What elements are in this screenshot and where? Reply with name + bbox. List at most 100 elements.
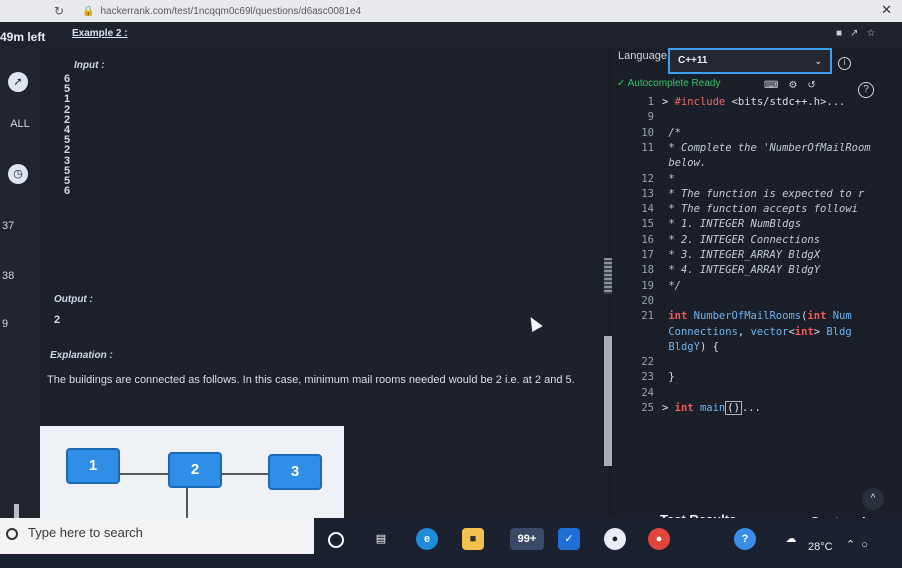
code-token: * 1. INTEGER NumBldgs — [668, 218, 802, 231]
resize-handle[interactable] — [604, 258, 612, 294]
nav-all[interactable]: ALL — [0, 118, 40, 130]
app-icon[interactable]: ● — [604, 528, 626, 550]
code-token: * 3. INTEGER_ARRAY BldgX — [668, 249, 821, 261]
close-window-icon[interactable]: ✕ — [881, 2, 892, 18]
editor-toolbar: ⌨⚙↺ — [764, 80, 826, 91]
header-icons[interactable]: ■↗☆ — [836, 28, 883, 39]
code-line: 11 * Complete the 'NumberOfMailRoom — [620, 142, 902, 154]
code-line: 17 * 3. INTEGER_ARRAY BldgX — [620, 249, 902, 261]
temperature: 28°C — [808, 541, 833, 553]
mail-badge: 99+ — [517, 533, 537, 545]
reload-icon[interactable]: ↻ — [50, 2, 68, 20]
explanation-label: Explanation : — [50, 350, 113, 361]
autocomplete-label: Autocomplete Ready — [627, 78, 721, 89]
question-nav-rail: ➚ ALL ◷ 37 38 9 — [0, 48, 40, 544]
code-token: #include — [674, 96, 732, 108]
code-token: <bits/stdc++.h> — [731, 96, 827, 108]
chrome-icon[interactable]: ● — [648, 528, 670, 550]
reset-icon[interactable]: ↺ — [807, 80, 825, 91]
mail-icon[interactable]: 99+ — [510, 528, 544, 550]
code-token: int — [794, 325, 814, 338]
nav-number[interactable]: 37 — [0, 220, 40, 232]
keyboard-icon[interactable]: ⌨ — [764, 80, 788, 91]
line-number: 15 — [641, 218, 654, 231]
help-tray-icon[interactable]: ? — [734, 528, 756, 550]
code-token: Connections — [668, 325, 738, 338]
code-token: ... — [826, 96, 846, 108]
line-number: 13 — [641, 187, 654, 200]
address-bar[interactable]: hackerrank.com/test/1ncqqm0c69l/question… — [100, 6, 361, 17]
store-icon[interactable]: ✓ — [558, 528, 580, 550]
lock-icon: 🔒 — [82, 5, 95, 17]
settings-icon[interactable]: ⚙ — [788, 80, 807, 91]
line-number: 12 — [641, 172, 654, 185]
code-line: 9 — [620, 111, 902, 123]
time-remaining: 49m left — [0, 30, 46, 44]
code-line: 21 int NumberOfMailRooms(int Num — [620, 310, 902, 322]
browser-toolbar: ↻ 🔒 hackerrank.com/test/1ncqqm0c69l/ques… — [0, 0, 902, 22]
code-token: * — [668, 172, 675, 185]
code-line: 24 — [620, 387, 902, 399]
chevron-up-icon[interactable]: ⌃ — [846, 539, 861, 551]
code-token: ... — [741, 402, 761, 414]
language-select[interactable]: C++11 ⌄ — [668, 48, 832, 74]
line-number: 11 — [641, 141, 654, 154]
line-number: 1 — [647, 96, 654, 108]
code-line: 22 — [620, 356, 902, 368]
nav-number[interactable]: 38 — [0, 270, 40, 282]
code-line: 23 } — [620, 371, 902, 383]
code-token: BldgY — [668, 340, 700, 353]
code-token: * Complete the 'NumberOfMailRoom — [668, 141, 871, 154]
code-token: /* — [668, 126, 681, 139]
nav-number[interactable]: 9 — [0, 318, 40, 330]
code-line: 15 * 1. INTEGER NumBldgs — [620, 218, 902, 230]
network-icon[interactable]: ○ — [861, 539, 874, 551]
line-number: 10 — [641, 126, 654, 139]
weather-icon: ☁ — [785, 533, 797, 545]
code-token: } — [668, 371, 675, 384]
share-icon[interactable]: ↗ — [850, 28, 866, 39]
code-line: 12 * — [620, 173, 902, 185]
task-view-icon[interactable]: ▤ — [370, 528, 392, 550]
code-token: * The function is expected to r — [668, 187, 865, 200]
code-line: 20 — [620, 295, 902, 307]
code-token: vector — [750, 325, 789, 338]
info-icon[interactable]: i — [838, 57, 851, 70]
code-token: int — [668, 310, 694, 323]
search-placeholder: Type here to search — [28, 525, 143, 540]
graph-edge — [120, 473, 170, 475]
graph-node: 1 — [66, 448, 120, 484]
graph-edge — [186, 488, 188, 518]
input-label: Input : — [74, 60, 105, 71]
line-number: 17 — [641, 249, 654, 261]
file-explorer-icon[interactable]: ■ — [462, 528, 484, 550]
line-number: 9 — [647, 111, 654, 124]
video-icon[interactable]: ■ — [836, 28, 850, 39]
code-token: Num — [832, 310, 852, 323]
line-number: 25 — [641, 402, 654, 414]
autocomplete-status: ✓ Autocomplete Ready — [617, 78, 721, 89]
output-label: Output : — [54, 294, 93, 305]
code-line: 13 * The function is expected to r — [620, 188, 902, 200]
code-line: 25 > int main()... — [620, 401, 902, 415]
taskbar-search-box[interactable]: Type here to search — [0, 518, 314, 554]
star-icon[interactable]: ☆ — [866, 28, 883, 39]
scroll-up-button[interactable]: ^ — [862, 488, 884, 510]
page-header — [0, 22, 902, 48]
edge-browser-icon[interactable]: e — [416, 528, 438, 550]
graph-node: 3 — [268, 454, 322, 490]
line-number: 23 — [641, 371, 654, 384]
panel-scrollbar[interactable] — [604, 336, 612, 466]
code-token: int — [807, 310, 833, 323]
line-number: 16 — [641, 233, 654, 246]
system-tray[interactable]: ⌃○ — [846, 538, 874, 551]
cortana-icon[interactable] — [328, 532, 344, 548]
code-editor[interactable]: 1 > #include <bits/stdc++.h>... 9 10 /* 11 … — [620, 96, 902, 436]
code-token: , — [737, 325, 751, 338]
nav-circle-icon[interactable]: ➚ — [8, 72, 28, 92]
code-line: BldgY) { — [620, 341, 902, 353]
input-values: 651224523556 — [64, 73, 76, 196]
line-number: 21 — [641, 310, 654, 323]
explanation-text: The buildings are connected as follows. … — [47, 374, 575, 386]
clock-icon[interactable]: ◷ — [8, 164, 28, 184]
